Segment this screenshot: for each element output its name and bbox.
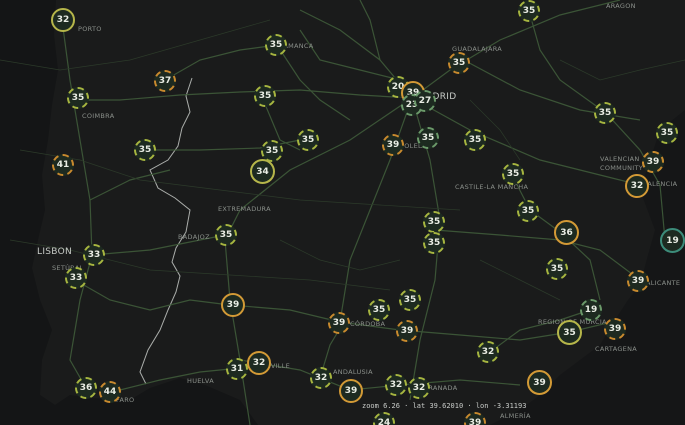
- place-label-coimbra: COIMBRA: [82, 112, 115, 120]
- basemap: [0, 0, 685, 425]
- cluster-marker[interactable]: 39: [527, 370, 552, 395]
- place-label-cartagena: CARTAGENA: [595, 345, 637, 353]
- cluster-marker[interactable]: 35: [423, 232, 445, 254]
- cluster-marker[interactable]: 35: [656, 122, 678, 144]
- cluster-marker[interactable]: 31: [226, 358, 248, 380]
- cluster-marker[interactable]: 39: [221, 293, 245, 317]
- cluster-marker[interactable]: 35: [265, 34, 287, 56]
- cluster-marker[interactable]: 35: [557, 320, 582, 345]
- place-label-castile-la-mancha: CASTILE-LA MANCHA: [455, 183, 529, 191]
- separator: ·: [467, 402, 472, 410]
- place-label-alicante: ALICANTE: [646, 279, 681, 287]
- place-label-lisbon: LISBON: [37, 247, 73, 257]
- cluster-marker[interactable]: 34: [250, 159, 275, 184]
- cluster-marker[interactable]: 35: [518, 0, 540, 22]
- cluster-marker[interactable]: 35: [417, 127, 439, 149]
- place-label-badajoz: BADAJOZ: [178, 233, 210, 241]
- place-label-porto: PORTO: [78, 25, 102, 33]
- cluster-marker[interactable]: 35: [297, 129, 319, 151]
- map-canvas[interactable]: ARAGON SALAMANCA GUADALAJARA MADRID COIM…: [0, 0, 685, 425]
- place-label-huelva: HUELVA: [187, 377, 214, 385]
- cluster-marker[interactable]: 35: [546, 258, 568, 280]
- cluster-marker[interactable]: 39: [339, 379, 363, 403]
- cluster-marker[interactable]: 39: [382, 134, 404, 156]
- cluster-marker[interactable]: 35: [448, 52, 470, 74]
- cluster-marker[interactable]: 35: [368, 299, 390, 321]
- lon-value: -3.31193: [492, 402, 527, 410]
- cluster-marker[interactable]: 39: [328, 312, 350, 334]
- cluster-marker[interactable]: 32: [247, 351, 271, 375]
- zoom-label: zoom: [362, 402, 379, 410]
- cluster-marker[interactable]: 44: [99, 381, 121, 403]
- cluster-marker[interactable]: 37: [154, 70, 176, 92]
- cluster-marker[interactable]: 32: [51, 8, 75, 32]
- cluster-marker[interactable]: 39: [627, 270, 649, 292]
- cluster-marker[interactable]: 32: [310, 367, 332, 389]
- cluster-marker[interactable]: 39: [396, 320, 418, 342]
- cluster-marker[interactable]: 35: [502, 163, 524, 185]
- place-label-aragon: ARAGON: [606, 2, 636, 10]
- cluster-marker[interactable]: 41: [52, 154, 74, 176]
- cluster-marker[interactable]: 19: [580, 299, 602, 321]
- cluster-marker[interactable]: 36: [75, 377, 97, 399]
- place-label-extremadura: EXTREMADURA: [218, 205, 271, 213]
- cluster-marker[interactable]: 35: [517, 200, 539, 222]
- cluster-marker[interactable]: 32: [477, 341, 499, 363]
- cluster-marker[interactable]: 35: [423, 211, 445, 233]
- cluster-marker[interactable]: 32: [385, 374, 407, 396]
- place-label-andalusia: ANDALUSIA: [333, 368, 373, 376]
- zoom-value: 6.26: [383, 402, 400, 410]
- cluster-marker[interactable]: 39: [642, 151, 664, 173]
- cluster-marker[interactable]: 33: [65, 267, 87, 289]
- lon-label: lon: [475, 402, 489, 410]
- cluster-marker[interactable]: 35: [67, 87, 89, 109]
- cluster-marker[interactable]: 39: [604, 318, 626, 340]
- cluster-marker[interactable]: 33: [83, 244, 105, 266]
- cluster-marker[interactable]: 27: [414, 90, 436, 112]
- place-label-cordoba: CÓRDOBA: [350, 320, 386, 328]
- cluster-marker[interactable]: 32: [625, 174, 649, 198]
- cluster-marker[interactable]: 35: [254, 85, 276, 107]
- cluster-marker[interactable]: 32: [408, 377, 430, 399]
- cluster-marker[interactable]: 35: [399, 289, 421, 311]
- cluster-marker[interactable]: 19: [660, 228, 685, 253]
- separator: ·: [404, 402, 409, 410]
- cluster-marker[interactable]: 35: [464, 129, 486, 151]
- cluster-marker[interactable]: 35: [594, 102, 616, 124]
- lat-value: 39.62010: [429, 402, 464, 410]
- cluster-marker[interactable]: 35: [134, 139, 156, 161]
- cluster-marker[interactable]: 36: [554, 220, 579, 245]
- cluster-marker[interactable]: 35: [215, 224, 237, 246]
- coordinate-readout: zoom 6.26 · lat 39.62010 · lon -3.31193: [362, 402, 526, 410]
- lat-label: lat: [412, 402, 426, 410]
- place-label-almeria: ALMERÍA: [500, 412, 531, 420]
